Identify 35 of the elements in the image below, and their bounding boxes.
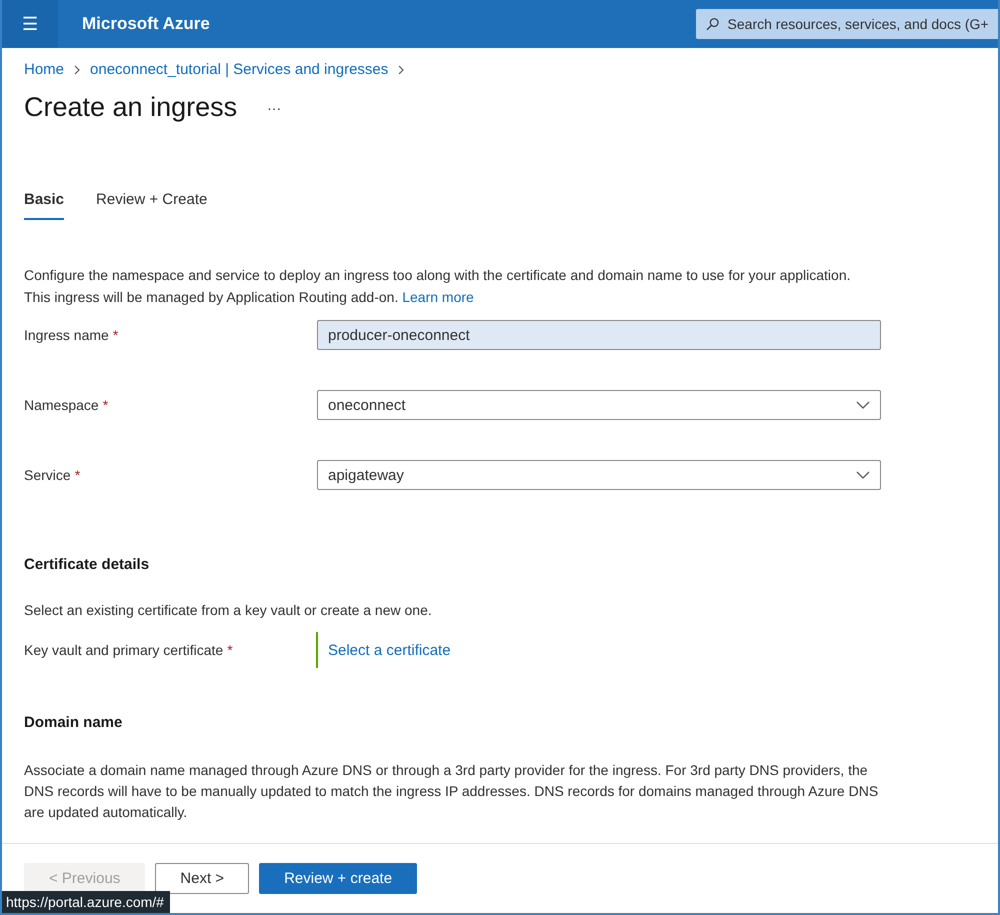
status-url-tooltip: https://portal.azure.com/# <box>2 891 170 913</box>
section-heading: Domain name <box>24 714 124 731</box>
dropdown-field[interactable]: oneconnect <box>317 390 881 420</box>
page-title: Create an ingress <box>24 92 238 123</box>
field-label: Key vault and primary certificate <box>24 642 224 658</box>
required-mark: * <box>74 467 80 483</box>
required-mark: * <box>227 642 233 658</box>
field-label: Service <box>24 467 71 483</box>
learn-more-link[interactable]: Learn more <box>402 289 474 305</box>
nav-button[interactable]: Next > <box>155 863 250 894</box>
chevron-down-icon <box>856 401 870 409</box>
search-icon <box>706 17 720 31</box>
chevron-right-icon <box>72 64 82 74</box>
select-certificate-link[interactable]: Select a certificate <box>328 642 451 658</box>
field-label: Ingress name <box>24 327 109 343</box>
tab[interactable]: Review + Create <box>96 191 208 220</box>
description-text: Configure the namespace and service to deploy an ingress too along with the certificate and domain name to use for your application. This ingress will be managed by Application Routing add-on. Learn more <box>24 266 852 307</box>
breadcrumb-link[interactable]: oneconnect_tutorial | Services and ingresses <box>90 61 388 78</box>
brand-title: Microsoft Azure <box>82 14 211 34</box>
required-mark: * <box>112 327 118 343</box>
more-button[interactable]: ··· <box>267 100 282 116</box>
section-text: Select an existing certificate from a key vault or create a new one. <box>24 602 433 618</box>
menu-icon[interactable]: ☰ <box>2 0 58 48</box>
field-label: Namespace <box>24 397 99 413</box>
review-create-button[interactable]: Review + create <box>259 863 418 894</box>
search-field[interactable]: Search resources, services, and docs (G+ <box>696 9 998 39</box>
dropdown-field[interactable]: apigateway <box>317 460 881 490</box>
section-heading: Certificate details <box>24 556 150 573</box>
breadcrumb-link[interactable]: Home <box>24 61 64 78</box>
chevron-right-icon <box>396 64 406 74</box>
chevron-down-icon <box>856 471 870 479</box>
text-field[interactable]: producer-oneconnect <box>317 320 881 350</box>
required-mark: * <box>102 397 108 413</box>
tab[interactable]: Basic <box>24 191 64 220</box>
section-text: Associate a domain name managed through Azure DNS or through a 3rd party provider for the ingress. For 3rd party DNS providers, the DNS records will have to be manually updated to match the ingress IP addresses. DNS records for domains managed through Azure DNS are updated automatically. <box>24 761 880 822</box>
